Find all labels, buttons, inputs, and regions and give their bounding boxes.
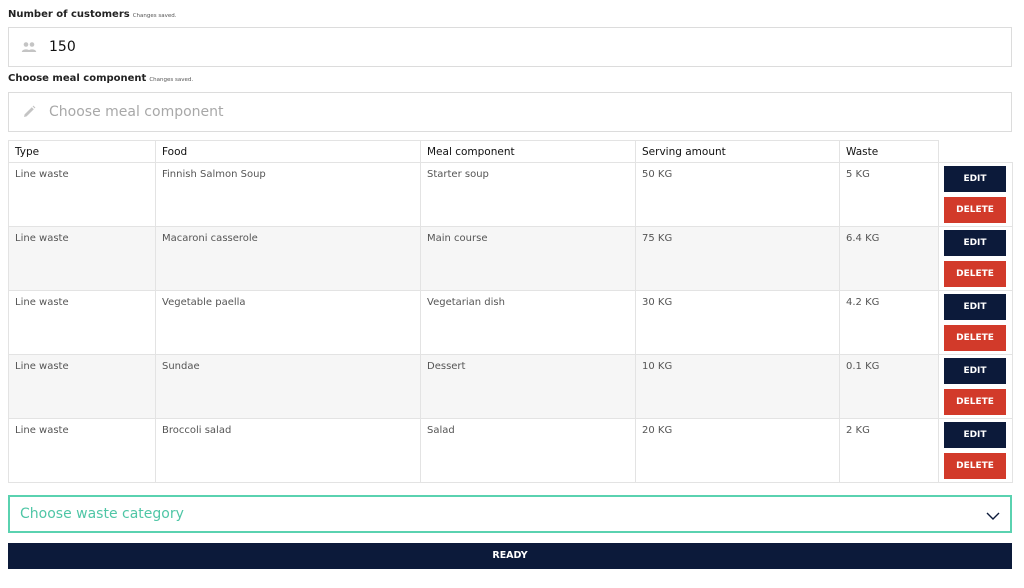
cell-food: Broccoli salad	[155, 418, 421, 483]
table-header-row: Type Food Meal component Serving amount …	[8, 140, 1013, 163]
cell-serving-amount: 50 KG	[635, 162, 840, 227]
row-actions: EDIT DELETE	[938, 162, 1013, 227]
customers-value: 150	[49, 39, 76, 55]
customers-saved-note: Changes saved.	[132, 13, 177, 19]
cell-meal-component: Starter soup	[420, 162, 636, 227]
ready-button[interactable]: READY	[8, 543, 1012, 569]
edit-button[interactable]: EDIT	[944, 230, 1006, 256]
pencil-icon	[9, 105, 49, 119]
cell-type: Line waste	[8, 418, 156, 483]
table-row: Line waste Broccoli salad Salad 20 KG 2 …	[8, 418, 1013, 483]
cell-waste: 0.1 KG	[839, 354, 939, 419]
cell-waste: 6.4 KG	[839, 226, 939, 291]
delete-button[interactable]: DELETE	[944, 197, 1006, 223]
waste-table: Type Food Meal component Serving amount …	[8, 140, 1013, 483]
cell-waste: 5 KG	[839, 162, 939, 227]
table-row: Line waste Finnish Salmon Soup Starter s…	[8, 162, 1013, 227]
delete-button[interactable]: DELETE	[944, 453, 1006, 479]
delete-button[interactable]: DELETE	[944, 325, 1006, 351]
row-actions: EDIT DELETE	[938, 290, 1013, 355]
cell-meal-component: Dessert	[420, 354, 636, 419]
row-actions: EDIT DELETE	[938, 418, 1013, 483]
customers-input[interactable]: 150	[8, 27, 1012, 67]
edit-button[interactable]: EDIT	[944, 358, 1006, 384]
meal-component-placeholder: Choose meal component	[49, 104, 224, 120]
meal-component-input[interactable]: Choose meal component	[8, 92, 1012, 132]
customers-label: Number of customers Changes saved.	[8, 9, 177, 20]
meal-component-label-text: Choose meal component	[8, 73, 147, 84]
table-row: Line waste Vegetable paella Vegetarian d…	[8, 290, 1013, 355]
cell-type: Line waste	[8, 226, 156, 291]
chevron-down-icon	[986, 505, 1000, 524]
cell-meal-component: Salad	[420, 418, 636, 483]
column-header-actions	[938, 140, 1013, 163]
cell-type: Line waste	[8, 354, 156, 419]
delete-button[interactable]: DELETE	[944, 261, 1006, 287]
cell-waste: 2 KG	[839, 418, 939, 483]
edit-button[interactable]: EDIT	[944, 294, 1006, 320]
edit-button[interactable]: EDIT	[944, 166, 1006, 192]
row-actions: EDIT DELETE	[938, 226, 1013, 291]
cell-type: Line waste	[8, 162, 156, 227]
column-header-meal-component: Meal component	[420, 140, 636, 163]
cell-waste: 4.2 KG	[839, 290, 939, 355]
column-header-type: Type	[8, 140, 156, 163]
column-header-waste: Waste	[839, 140, 939, 163]
cell-serving-amount: 10 KG	[635, 354, 840, 419]
cell-serving-amount: 75 KG	[635, 226, 840, 291]
delete-button[interactable]: DELETE	[944, 389, 1006, 415]
table-row: Line waste Sundae Dessert 10 KG 0.1 KG E…	[8, 354, 1013, 419]
row-actions: EDIT DELETE	[938, 354, 1013, 419]
cell-meal-component: Main course	[420, 226, 636, 291]
column-header-serving-amount: Serving amount	[635, 140, 840, 163]
cell-food: Sundae	[155, 354, 421, 419]
people-icon	[9, 41, 49, 53]
cell-meal-component: Vegetarian dish	[420, 290, 636, 355]
edit-button[interactable]: EDIT	[944, 422, 1006, 448]
cell-food: Finnish Salmon Soup	[155, 162, 421, 227]
customers-label-text: Number of customers	[8, 9, 130, 20]
waste-category-placeholder: Choose waste category	[20, 506, 184, 522]
cell-serving-amount: 20 KG	[635, 418, 840, 483]
cell-serving-amount: 30 KG	[635, 290, 840, 355]
cell-food: Vegetable paella	[155, 290, 421, 355]
column-header-food: Food	[155, 140, 421, 163]
table-row: Line waste Macaroni casserole Main cours…	[8, 226, 1013, 291]
waste-category-select[interactable]: Choose waste category	[8, 495, 1012, 533]
cell-food: Macaroni casserole	[155, 226, 421, 291]
meal-component-label: Choose meal component Changes saved.	[8, 73, 193, 84]
meal-saved-note: Changes saved.	[149, 77, 194, 83]
cell-type: Line waste	[8, 290, 156, 355]
